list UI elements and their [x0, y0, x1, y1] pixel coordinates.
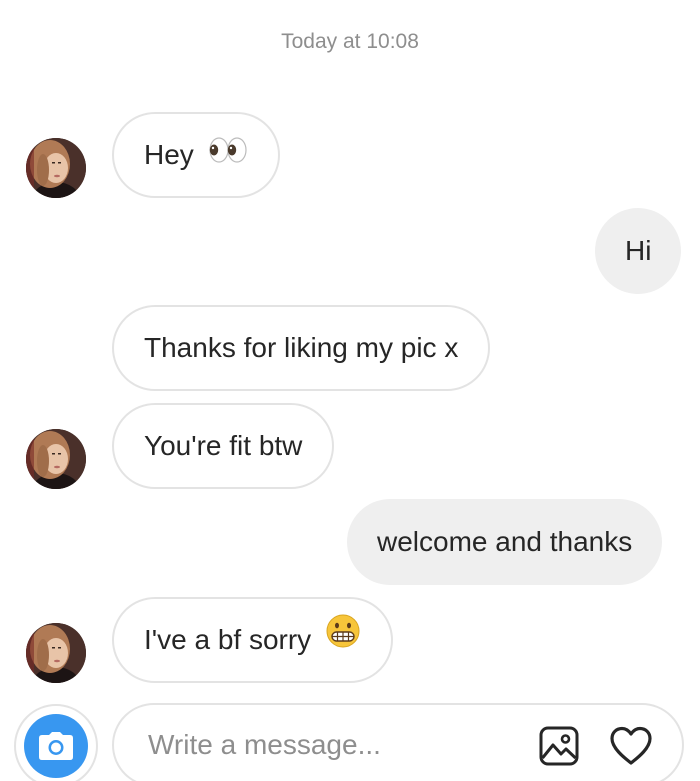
message-text: You're fit btw — [144, 430, 303, 461]
sender-avatar[interactable] — [26, 138, 86, 198]
grimacing-face-emoji-icon — [325, 599, 361, 681]
message-text: I've a bf sorry — [144, 624, 312, 655]
message-input[interactable]: Write a message... — [148, 705, 381, 781]
incoming-message[interactable]: Hey — [112, 112, 280, 198]
incoming-message[interactable]: Thanks for liking my pic x — [112, 305, 491, 391]
message-text: Hi — [625, 235, 652, 266]
message-text: Hey — [144, 139, 194, 170]
incoming-message[interactable]: I've a bf sorry — [112, 597, 393, 683]
eyes-emoji-icon — [208, 114, 248, 196]
dm-thread: Today at 10:08 Hey Hi Thanks for liking … — [0, 0, 700, 781]
gallery-icon[interactable] — [538, 725, 580, 772]
sender-avatar[interactable] — [26, 623, 86, 683]
camera-icon — [24, 714, 88, 778]
outgoing-message[interactable]: welcome and thanks — [347, 499, 663, 585]
incoming-message[interactable]: You're fit btw — [112, 403, 335, 489]
message-text: Thanks for liking my pic x — [144, 332, 459, 363]
sender-avatar[interactable] — [26, 429, 86, 489]
thread-timestamp: Today at 10:08 — [281, 30, 419, 53]
heart-icon[interactable] — [608, 725, 654, 772]
camera-button[interactable] — [14, 704, 98, 781]
message-composer[interactable]: Write a message... — [112, 703, 684, 781]
outgoing-message[interactable]: Hi — [595, 208, 682, 294]
message-text: welcome and thanks — [377, 526, 633, 557]
